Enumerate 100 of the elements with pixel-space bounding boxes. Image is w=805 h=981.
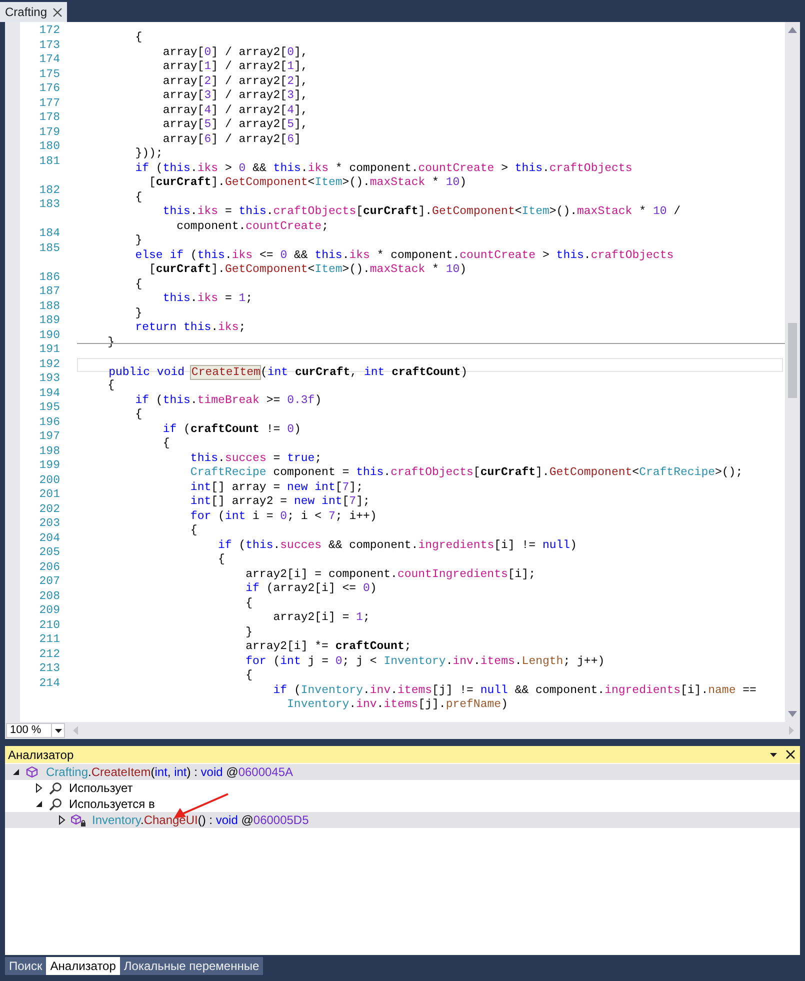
- close-icon[interactable]: [786, 750, 795, 759]
- code-line: }: [134, 306, 142, 320]
- code-line: this.succes = true;: [189, 452, 322, 464]
- expanded-triangle-icon[interactable]: [35, 800, 43, 808]
- code-line: if (Inventory.inv.items[j] != null && component.ingredients[i].name ==: [272, 684, 756, 696]
- line-number: 178: [38, 111, 60, 126]
- line-number: 181: [38, 154, 60, 169]
- code-line: component.countCreate;: [176, 220, 328, 232]
- tree-item-label: Использует: [69, 780, 133, 797]
- line-number: 194: [38, 386, 60, 401]
- code-line: {: [162, 437, 170, 450]
- panel-tab[interactable]: Локальные переменные: [120, 957, 264, 975]
- code-line: [curCraft].GetComponent<Item>().maxStack * 10): [148, 263, 467, 276]
- code-line: array[3] / array2[3],: [162, 89, 308, 102]
- line-number: 187: [38, 285, 60, 300]
- cube-icon: [26, 766, 38, 778]
- tree-item[interactable]: Использует: [5, 780, 800, 796]
- code-line: int[] array = new int[7];: [189, 480, 363, 494]
- code-line: int[] array2 = new int[7];: [189, 495, 370, 508]
- code-line: if (array2[i] <= 0): [244, 582, 377, 595]
- line-number: 172: [38, 24, 60, 38]
- panel-tab[interactable]: Поиск: [5, 957, 46, 975]
- line-number: 209: [38, 604, 60, 618]
- line-number: 211: [38, 633, 60, 648]
- tree-item-label: Crafting.CreateItem(int, int) : void @0600045A: [46, 764, 294, 781]
- collapsed-triangle-icon[interactable]: [58, 815, 66, 825]
- code-line: array[2] / array2[2],: [162, 74, 308, 88]
- line-number: 192: [38, 358, 60, 372]
- code-line: {: [244, 669, 253, 682]
- code-line: array[6] / array2[6]: [162, 132, 301, 146]
- code-line: this.iks = this.craftObjects[curCraft].GetComponent<Item>().maxStack * 10 /: [162, 205, 681, 218]
- line-number: 186: [38, 270, 60, 285]
- code-line: if (this.timeBreak >= 0.3f): [134, 394, 322, 406]
- code-line: for (int j = 0; j < Inventory.inv.items.Length; j++): [244, 654, 605, 668]
- tree-item-label: Используется в: [69, 796, 155, 813]
- line-number: 191: [38, 343, 60, 358]
- line-number: 189: [38, 314, 60, 328]
- scroll-down-icon[interactable]: [788, 711, 797, 717]
- line-number: 183: [38, 198, 60, 212]
- code-line: }: [134, 234, 142, 247]
- code-line: Inventory.inv.items[j].prefName): [286, 698, 508, 711]
- panel-title: Анализатор: [8, 746, 75, 764]
- close-icon[interactable]: [53, 8, 62, 16]
- code-line: array[5] / array2[5],: [162, 118, 308, 131]
- line-number: 208: [38, 590, 60, 604]
- document-tab[interactable]: Crafting: [0, 2, 68, 22]
- tree-item[interactable]: Используется в: [5, 796, 800, 812]
- scroll-up-icon[interactable]: [788, 27, 797, 33]
- code-line: {: [134, 31, 142, 44]
- collapsed-triangle-icon[interactable]: [35, 783, 43, 793]
- code-line: else if (this.iks <= 0 && this.iks * component.countCreate > this.craftObjects: [134, 248, 674, 262]
- code-line: array2[i] = 1;: [272, 611, 370, 624]
- line-number: 177: [38, 96, 60, 111]
- line-number: 200: [38, 474, 60, 488]
- line-number: 214: [38, 676, 60, 691]
- dropdown-caret-icon[interactable]: [770, 752, 777, 756]
- line-number: 205: [38, 546, 60, 560]
- code-line: }: [244, 626, 253, 638]
- line-number: 213: [38, 662, 60, 676]
- line-number: 199: [38, 459, 60, 474]
- line-number: 210: [38, 618, 60, 633]
- expanded-triangle-icon[interactable]: [12, 768, 20, 776]
- code-line: {: [244, 596, 253, 610]
- line-number: 202: [38, 502, 60, 517]
- code-line: if (this.succes && component.ingredients[i] != null): [217, 538, 577, 552]
- tree-item-label: Inventory.ChangeUI() : void @060005D5: [92, 812, 309, 829]
- code-line: for (int i = 0; i < 7; i++): [189, 510, 377, 522]
- code-line: if (craftCount != 0): [162, 422, 301, 436]
- code-line: }));: [134, 147, 163, 160]
- line-number: 198: [38, 444, 60, 459]
- code-line: public void CreateItem(int curCraft, int craftCount): [108, 366, 468, 378]
- line-number: 190: [38, 328, 60, 343]
- panel-tab[interactable]: Анализатор: [46, 957, 120, 975]
- code-line: if (this.iks > 0 && this.iks * component.countCreate > this.craftObjects: [134, 162, 632, 174]
- line-number: 207: [38, 575, 60, 590]
- code-line: array[1] / array2[1],: [162, 60, 308, 73]
- dropdown-caret-icon[interactable]: [54, 728, 62, 732]
- code-line: CraftRecipe component = this.craftObjects[curCraft].GetComponent<CraftRecipe>();: [189, 466, 743, 479]
- tree-item[interactable]: Crafting.CreateItem(int, int) : void @0600045A: [5, 764, 800, 780]
- line-number: 179: [38, 126, 60, 140]
- line-number: 184: [38, 227, 60, 242]
- code-line: {: [106, 379, 115, 392]
- tree-item[interactable]: Inventory.ChangeUI() : void @060005D5: [5, 812, 800, 828]
- code-line: {: [134, 190, 142, 204]
- scrollbar-thumb[interactable]: [788, 323, 797, 398]
- code-line: array2[i] *= craftCount;: [244, 640, 412, 653]
- code-line: return this.iks;: [134, 321, 246, 334]
- line-number: 206: [38, 560, 60, 575]
- code-line: this.iks = 1;: [162, 292, 253, 305]
- zoom-value: 100 %: [9, 724, 42, 737]
- line-number: 180: [38, 140, 60, 154]
- line-number: 173: [38, 38, 60, 53]
- search-icon: [48, 798, 62, 810]
- vertical-scrollbar[interactable]: [785, 22, 800, 722]
- line-number: 176: [38, 82, 60, 96]
- line-number: 204: [38, 532, 60, 546]
- line-number: 185: [38, 242, 60, 256]
- zoom-combobox[interactable]: 100 %: [6, 723, 65, 738]
- line-number: 203: [38, 517, 60, 532]
- line-number: 193: [38, 372, 60, 386]
